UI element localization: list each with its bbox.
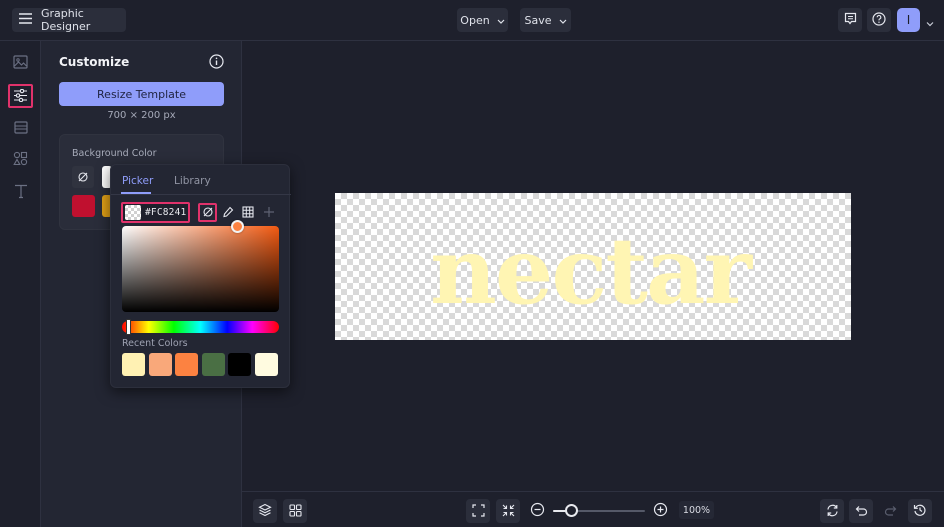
saturation-value-area[interactable] bbox=[122, 226, 279, 312]
eyedropper-icon bbox=[222, 203, 234, 222]
collapse-icon bbox=[502, 502, 515, 521]
undo-icon bbox=[855, 502, 868, 521]
history-icon bbox=[913, 502, 927, 521]
no-color-icon bbox=[202, 203, 214, 222]
feedback-button[interactable] bbox=[838, 8, 862, 32]
saturation-value-handle[interactable] bbox=[231, 220, 244, 233]
top-bar: Graphic Designer Open Save I bbox=[0, 0, 944, 41]
layers-button[interactable] bbox=[253, 499, 277, 523]
color-preview-swatch bbox=[125, 205, 141, 220]
zoom-slider-handle[interactable] bbox=[565, 504, 579, 517]
expand-icon bbox=[471, 502, 485, 521]
redo-button[interactable] bbox=[878, 499, 902, 523]
feedback-icon bbox=[844, 12, 857, 28]
bottom-toolbar: 100% bbox=[242, 491, 944, 527]
zoom-in-icon[interactable] bbox=[653, 502, 668, 517]
recent-colors-label: Recent Colors bbox=[122, 338, 188, 349]
tab-library[interactable]: Library bbox=[174, 175, 211, 187]
shrink-button[interactable] bbox=[496, 499, 520, 523]
swatch-grid-button[interactable] bbox=[239, 203, 257, 222]
template-dimensions: 700 × 200 px bbox=[107, 110, 176, 121]
no-color-icon bbox=[77, 168, 89, 187]
hex-input[interactable]: #FC8241 bbox=[121, 202, 190, 223]
rail-item-customize[interactable] bbox=[8, 84, 33, 108]
refresh-icon bbox=[826, 502, 839, 521]
left-rail bbox=[0, 41, 41, 527]
chevron-down-icon bbox=[497, 14, 505, 27]
hue-slider-handle[interactable] bbox=[126, 319, 132, 335]
info-icon[interactable] bbox=[209, 54, 224, 69]
artboard-text[interactable]: nectar bbox=[335, 193, 851, 340]
save-button[interactable]: Save bbox=[520, 8, 571, 32]
recent-color-swatch[interactable] bbox=[255, 353, 278, 376]
sliders-icon bbox=[13, 87, 28, 106]
recent-color-swatch[interactable] bbox=[202, 353, 225, 376]
chevron-down-icon[interactable] bbox=[925, 14, 935, 27]
panel-title: Customize bbox=[59, 55, 130, 69]
hex-value[interactable]: #FC8241 bbox=[145, 207, 186, 218]
chevron-down-icon bbox=[559, 14, 567, 27]
rail-item-text[interactable] bbox=[8, 181, 33, 205]
hamburger-icon bbox=[19, 13, 32, 27]
tab-picker[interactable]: Picker bbox=[122, 175, 153, 187]
main-menu-button[interactable]: Graphic Designer bbox=[12, 7, 126, 33]
grid-view-button[interactable] bbox=[283, 499, 307, 523]
recent-color-swatch[interactable] bbox=[228, 353, 251, 376]
add-color-button[interactable] bbox=[260, 203, 278, 222]
avatar-initial: I bbox=[906, 13, 911, 27]
undo-button[interactable] bbox=[849, 499, 873, 523]
layout-icon bbox=[13, 119, 28, 138]
recent-color-swatch[interactable] bbox=[122, 353, 145, 376]
shapes-icon bbox=[13, 151, 28, 170]
help-icon bbox=[872, 11, 886, 29]
plus-icon bbox=[263, 203, 275, 222]
zoom-slider[interactable] bbox=[553, 504, 645, 517]
text-icon bbox=[14, 184, 28, 203]
artboard[interactable]: nectar bbox=[335, 193, 851, 340]
tab-divider bbox=[111, 194, 291, 195]
open-button[interactable]: Open bbox=[457, 8, 508, 32]
user-avatar[interactable]: I bbox=[897, 8, 920, 32]
image-icon bbox=[13, 54, 28, 73]
no-color-button[interactable] bbox=[198, 203, 217, 222]
color-picker-popover: Picker Library #FC8241 Recent Colors bbox=[110, 164, 291, 388]
layers-icon bbox=[258, 502, 272, 521]
rail-item-image[interactable] bbox=[8, 51, 33, 75]
rail-item-layout[interactable] bbox=[8, 116, 33, 140]
background-swatch-red[interactable] bbox=[72, 195, 95, 217]
grid-icon bbox=[242, 203, 254, 222]
eyedropper-button[interactable] bbox=[219, 203, 237, 222]
zoom-out-icon[interactable] bbox=[530, 502, 545, 517]
grid-icon bbox=[288, 502, 302, 521]
save-label: Save bbox=[524, 13, 552, 27]
help-button[interactable] bbox=[867, 8, 891, 32]
recent-color-swatch[interactable] bbox=[149, 353, 172, 376]
redo-icon bbox=[884, 502, 897, 521]
fit-to-screen-button[interactable] bbox=[466, 499, 490, 523]
app-title: Graphic Designer bbox=[41, 7, 91, 33]
zoom-percentage[interactable]: 100% bbox=[679, 501, 714, 519]
rail-item-graphics[interactable] bbox=[8, 148, 33, 172]
background-color-label: Background Color bbox=[72, 148, 157, 159]
refresh-button[interactable] bbox=[820, 499, 844, 523]
resize-template-button[interactable]: Resize Template bbox=[59, 82, 224, 106]
recent-color-swatch[interactable] bbox=[175, 353, 198, 376]
no-color-swatch[interactable] bbox=[72, 166, 94, 188]
history-button[interactable] bbox=[908, 499, 932, 523]
open-label: Open bbox=[460, 13, 490, 27]
hue-slider[interactable] bbox=[122, 321, 279, 333]
